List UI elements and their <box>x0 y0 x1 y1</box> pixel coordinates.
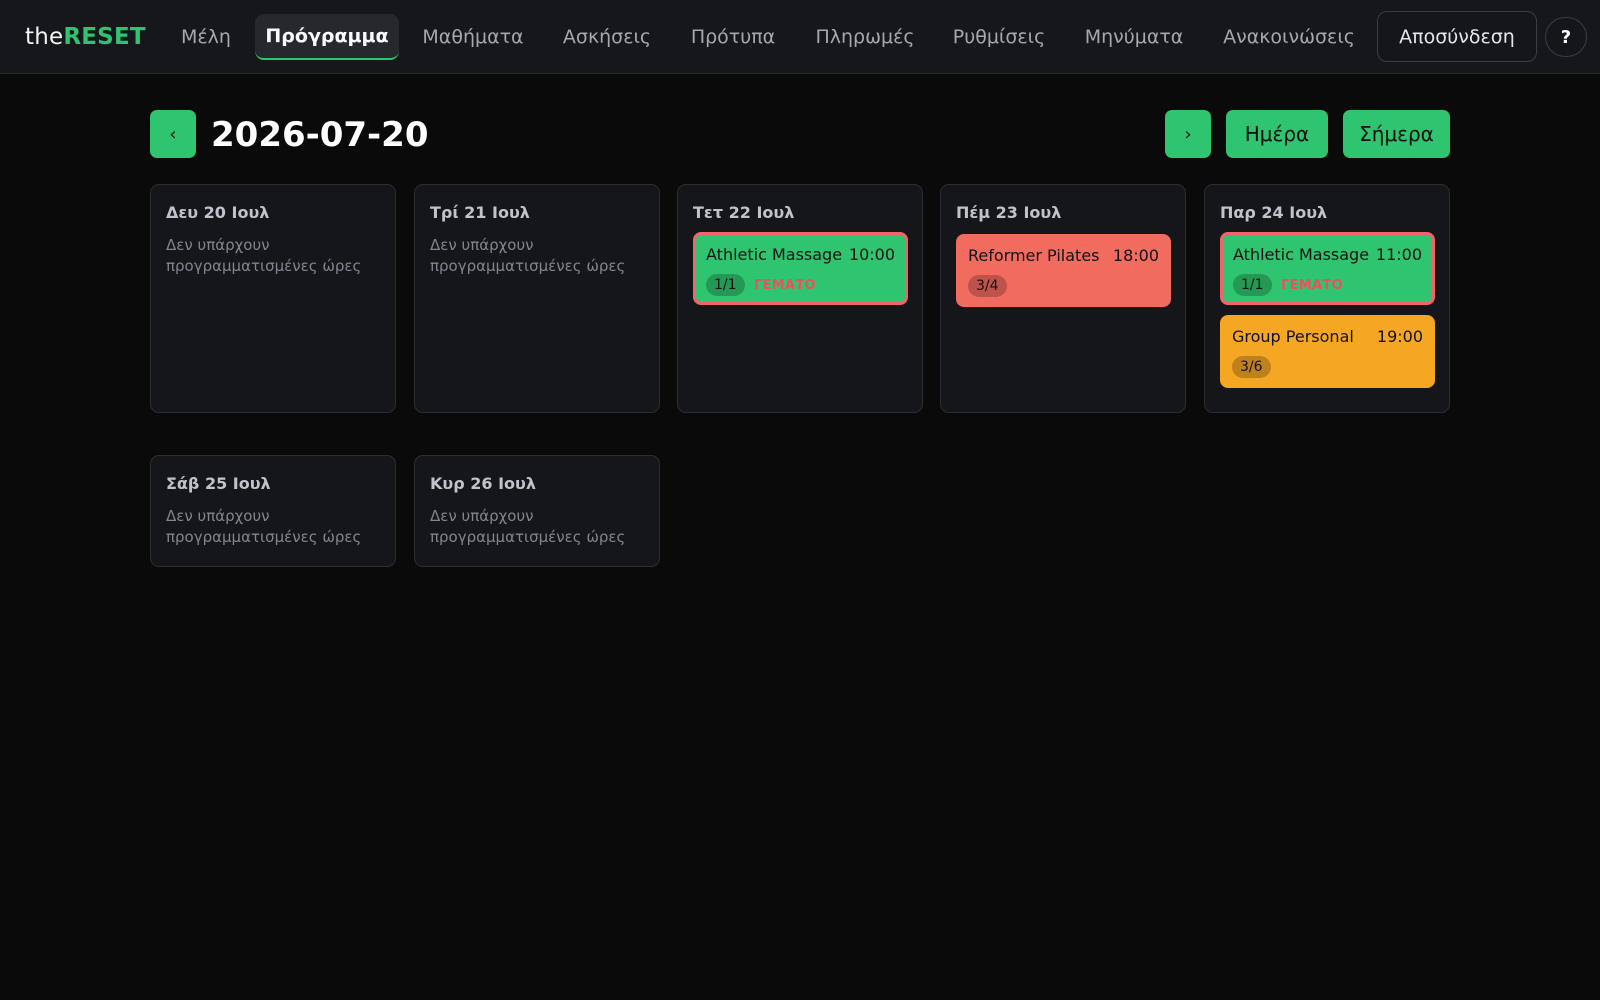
session-name: Athletic Massage <box>706 245 843 264</box>
today-button[interactable]: Σήμερα <box>1343 110 1450 158</box>
logout-button[interactable]: Αποσύνδεση <box>1377 11 1537 62</box>
top-navbar: theRESET Μέλη Πρόγραμμα Μαθήματα Ασκήσει… <box>0 0 1600 74</box>
empty-day-message: Δεν υπάρχουν προγραμματισμένες ώρες <box>430 507 626 546</box>
session-name: Reformer Pilates <box>968 246 1100 265</box>
nav-item-settings[interactable]: Ρυθμίσεις <box>948 14 1050 60</box>
day-header: Σάβ 25 Ιουλ <box>166 474 271 493</box>
session-name: Group Personal <box>1232 327 1354 346</box>
session-card[interactable]: Reformer Pilates 18:00 3/4 <box>956 234 1171 307</box>
previous-week-button[interactable]: ‹ <box>150 110 196 158</box>
nav-item-schedule[interactable]: Πρόγραμμα <box>255 14 399 60</box>
session-card[interactable]: Group Personal 19:00 3/6 <box>1220 315 1435 388</box>
session-time: 11:00 <box>1375 245 1422 264</box>
nav-item-payments[interactable]: Πληρωμές <box>812 14 918 60</box>
session-capacity-badge: 3/4 <box>968 275 1007 297</box>
session-capacity-badge: 1/1 <box>706 274 745 296</box>
session-name: Athletic Massage <box>1233 245 1370 264</box>
next-week-button[interactable]: › <box>1165 110 1211 158</box>
empty-day-message: Δεν υπάρχουν προγραμματισμένες ώρες <box>430 236 626 275</box>
day-header: Πέμ 23 Ιουλ <box>956 203 1062 222</box>
current-date-title: 2026-07-20 <box>211 115 429 155</box>
day-card-thu: Πέμ 23 Ιουλ Reformer Pilates 18:00 3/4 <box>940 184 1186 413</box>
nav-item-classes[interactable]: Μαθήματα <box>418 14 528 60</box>
nav-item-templates[interactable]: Πρότυπα <box>686 14 780 60</box>
day-header: Τρί 21 Ιουλ <box>430 203 530 222</box>
session-card[interactable]: Athletic Massage 11:00 1/1 ΓΕΜΑΤΟ <box>1220 232 1435 305</box>
day-header: Δευ 20 Ιουλ <box>166 203 270 222</box>
logo-suffix: RESET <box>63 24 146 50</box>
app-logo[interactable]: theRESET <box>25 22 146 52</box>
day-card-mon: Δευ 20 Ιουλ Δεν υπάρχουν προγραμματισμέν… <box>150 184 396 413</box>
session-time: 19:00 <box>1376 327 1423 346</box>
day-header: Παρ 24 Ιουλ <box>1220 203 1328 222</box>
empty-day-message: Δεν υπάρχουν προγραμματισμένες ώρες <box>166 236 362 275</box>
session-capacity-badge: 1/1 <box>1233 274 1272 296</box>
empty-day-message: Δεν υπάρχουν προγραμματισμένες ώρες <box>166 507 362 546</box>
session-capacity-badge: 3/6 <box>1232 356 1271 378</box>
day-card-sat: Σάβ 25 Ιουλ Δεν υπάρχουν προγραμματισμέν… <box>150 455 396 567</box>
nav-item-announcements[interactable]: Ανακοινώσεις <box>1218 14 1360 60</box>
session-full-label: ΓΕΜΑΤΟ <box>1281 278 1343 293</box>
session-full-label: ΓΕΜΑΤΟ <box>754 278 816 293</box>
session-time: 18:00 <box>1112 246 1159 265</box>
session-time: 10:00 <box>848 245 895 264</box>
nav-item-exercises[interactable]: Ασκήσεις <box>560 14 654 60</box>
day-header: Τετ 22 Ιουλ <box>693 203 795 222</box>
help-button[interactable]: ? <box>1545 17 1587 57</box>
logo-prefix: the <box>25 24 64 50</box>
day-card-wed: Τετ 22 Ιουλ Athletic Massage 10:00 1/1 Γ… <box>677 184 923 413</box>
day-card-tue: Τρί 21 Ιουλ Δεν υπάρχουν προγραμματισμέν… <box>414 184 660 413</box>
day-header: Κυρ 26 Ιουλ <box>430 474 536 493</box>
day-card-fri: Παρ 24 Ιουλ Athletic Massage 11:00 1/1 Γ… <box>1204 184 1450 413</box>
session-card[interactable]: Athletic Massage 10:00 1/1 ΓΕΜΑΤΟ <box>693 232 908 305</box>
nav-item-messages[interactable]: Μηνύματα <box>1080 14 1188 60</box>
nav-item-members[interactable]: Μέλη <box>175 14 237 60</box>
day-card-sun: Κυρ 26 Ιουλ Δεν υπάρχουν προγραμματισμέν… <box>414 455 660 567</box>
day-view-button[interactable]: Ημέρα <box>1226 110 1328 158</box>
